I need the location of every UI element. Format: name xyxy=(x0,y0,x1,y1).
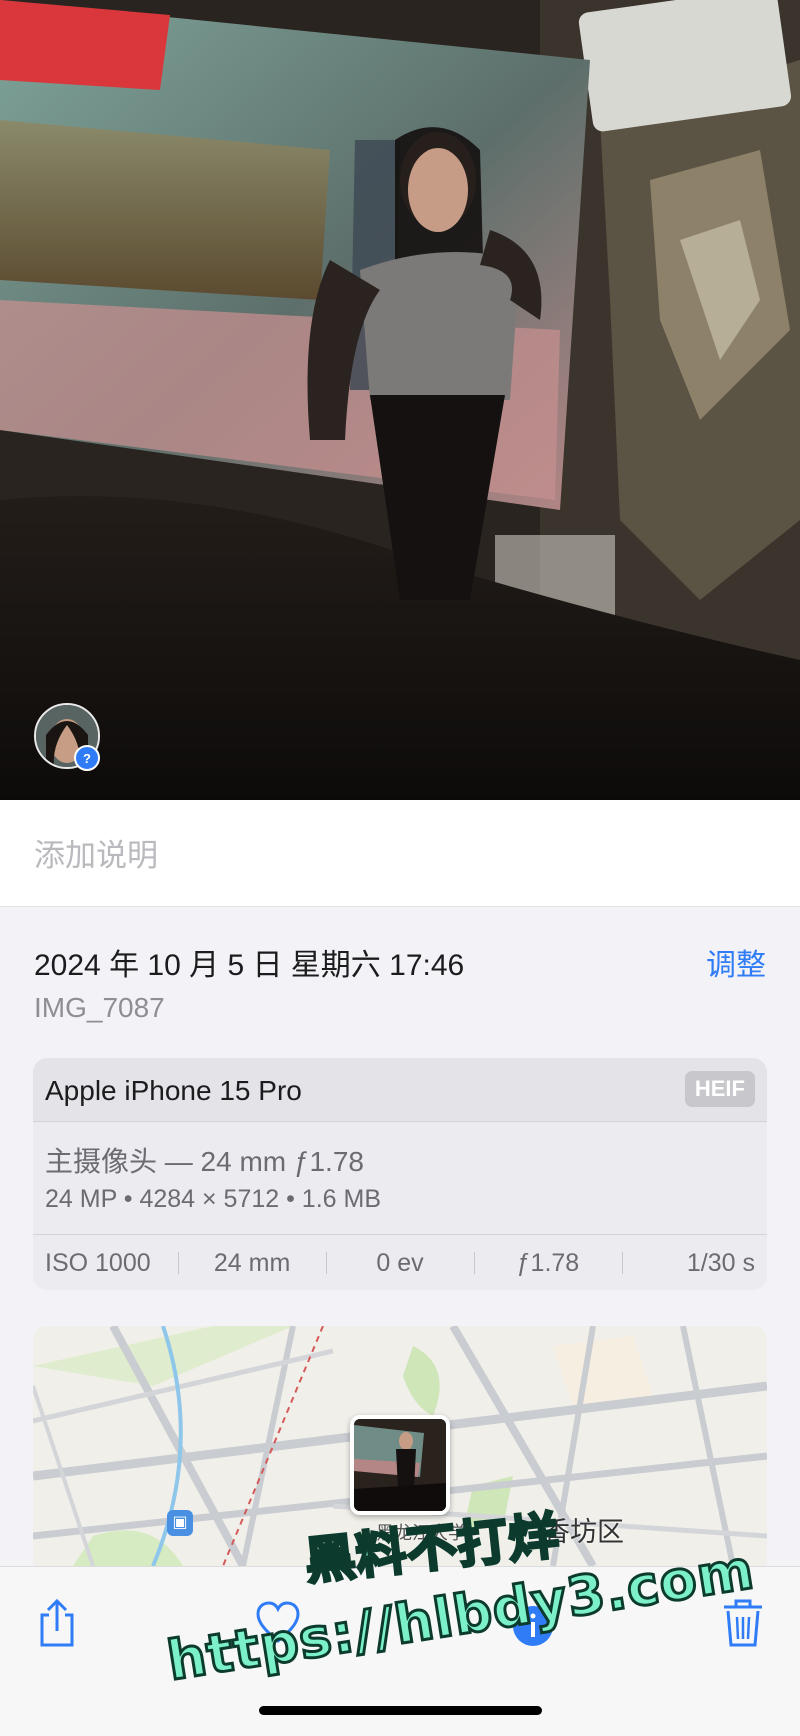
transit-station-icon: ▣ xyxy=(167,1510,193,1536)
format-badge: HEIF xyxy=(684,1071,755,1107)
pin-thumbnail xyxy=(354,1419,446,1511)
exif-shutter-speed: 1/30 s xyxy=(621,1249,767,1278)
exif-row: ISO 1000 24 mm 0 ev ƒ1.78 1/30 s xyxy=(33,1234,767,1290)
image-specs: 24 MP • 4284 × 5712 • 1.6 MB xyxy=(45,1185,382,1213)
adjust-button[interactable]: 调整 xyxy=(706,940,766,984)
device-name: Apple iPhone 15 Pro xyxy=(45,1075,302,1106)
photo-view[interactable]: ? xyxy=(0,0,800,800)
lens-info: 主摄像头 — 24 mm ƒ1.78 xyxy=(45,1146,364,1177)
caption-section: 添加说明 xyxy=(0,800,800,907)
unknown-person-badge: ? xyxy=(74,745,100,771)
exif-aperture: ƒ1.78 xyxy=(473,1249,622,1278)
file-name: IMG_7087 xyxy=(34,992,165,1023)
exif-exposure-value: 0 ev xyxy=(326,1249,474,1278)
caption-input[interactable]: 添加说明 xyxy=(34,830,158,875)
photo-location-pin[interactable] xyxy=(350,1415,450,1515)
share-icon xyxy=(40,1598,74,1647)
home-indicator[interactable] xyxy=(259,1706,542,1715)
card-header: Apple iPhone 15 Pro HEIF xyxy=(33,1058,767,1122)
exif-focal-length: 24 mm xyxy=(178,1249,326,1278)
camera-info-card: Apple iPhone 15 Pro HEIF 主摄像头 — 24 mm ƒ1… xyxy=(33,1058,767,1290)
photo-image xyxy=(0,0,800,800)
share-button[interactable] xyxy=(34,1597,80,1649)
photo-date: 2024 年 10 月 5 日 星期六 17:46 xyxy=(34,949,465,982)
exif-iso: ISO 1000 xyxy=(45,1248,151,1277)
